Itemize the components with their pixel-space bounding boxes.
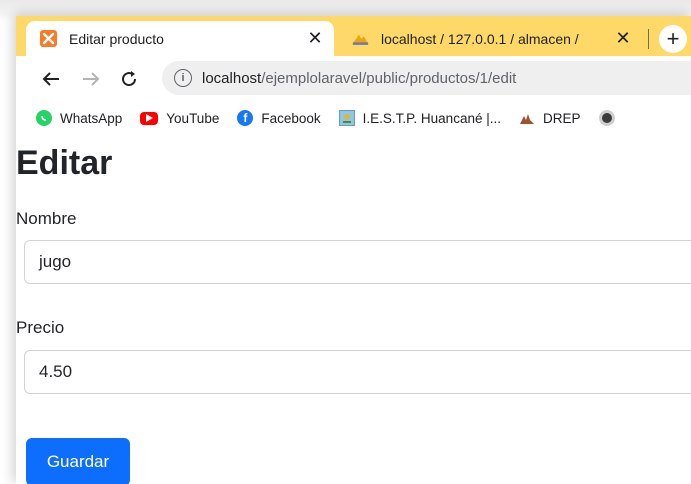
close-tab-icon[interactable]: ✕ [304, 28, 326, 50]
browser-window: Editar producto ✕ localhost / 127.0.0.1 … [16, 16, 691, 484]
tab-title: localhost / 127.0.0.1 / almacen / [381, 30, 579, 47]
whatsapp-icon [36, 110, 52, 126]
bookmark-label: YouTube [166, 110, 220, 126]
bookmark-more[interactable] [598, 110, 615, 126]
bookmark-whatsapp[interactable]: WhatsApp [36, 110, 122, 126]
address-bar[interactable]: i localhost/ejemplolaravel/public/produc… [162, 61, 691, 95]
bookmark-label: DREP [542, 110, 581, 126]
bookmark-label: Facebook [261, 110, 321, 126]
bookmarks-bar: WhatsApp YouTube f Facebook I.E.S.T.P. H… [16, 100, 691, 136]
reload-icon[interactable] [114, 64, 144, 94]
precio-input[interactable]: 4.50 [24, 350, 691, 394]
tab-strip: Editar producto ✕ localhost / 127.0.0.1 … [16, 16, 691, 56]
tab-phpmyadmin[interactable]: localhost / 127.0.0.1 / almacen / ✕ [338, 21, 642, 56]
browser-toolbar: i localhost/ejemplolaravel/public/produc… [16, 56, 691, 100]
bookmark-label: WhatsApp [60, 110, 123, 126]
bookmark-facebook[interactable]: f Facebook [237, 110, 321, 126]
close-tab-icon[interactable]: ✕ [612, 28, 634, 50]
nombre-label: Nombre [16, 209, 77, 228]
youtube-icon [140, 111, 159, 125]
back-arrow-icon[interactable] [36, 64, 66, 94]
drep-icon [519, 110, 535, 126]
page-title: Editar [16, 144, 113, 182]
new-tab-button[interactable]: + [659, 25, 687, 53]
facebook-icon: f [237, 110, 254, 126]
bookmark-youtube[interactable]: YouTube [140, 111, 219, 126]
bookmark-circle-icon [598, 110, 615, 126]
precio-label: Precio [16, 318, 65, 337]
window-shadow-frame: Editar producto ✕ localhost / 127.0.0.1 … [0, 0, 691, 484]
bookmark-label: I.E.S.T.P. Huancané |... [362, 110, 501, 126]
tab-editar-producto[interactable]: Editar producto ✕ [26, 21, 334, 56]
forward-arrow-icon[interactable] [76, 64, 106, 94]
tab-title: Editar producto [69, 30, 164, 47]
bookmark-iestp[interactable]: I.E.S.T.P. Huancané |... [338, 110, 501, 126]
tab-separator [648, 29, 649, 49]
iestp-icon [338, 110, 355, 126]
guardar-button[interactable]: Guardar [26, 438, 130, 484]
xampp-icon [40, 30, 57, 47]
url-text: localhost/ejemplolaravel/public/producto… [202, 69, 517, 87]
bookmark-drep[interactable]: DREP [519, 110, 581, 126]
site-info-icon[interactable]: i [174, 69, 192, 87]
phpmyadmin-icon [352, 30, 369, 47]
page-content: Editar Nombre jugo Precio 4.50 Guardar [16, 136, 691, 484]
nombre-input[interactable]: jugo [24, 240, 691, 284]
